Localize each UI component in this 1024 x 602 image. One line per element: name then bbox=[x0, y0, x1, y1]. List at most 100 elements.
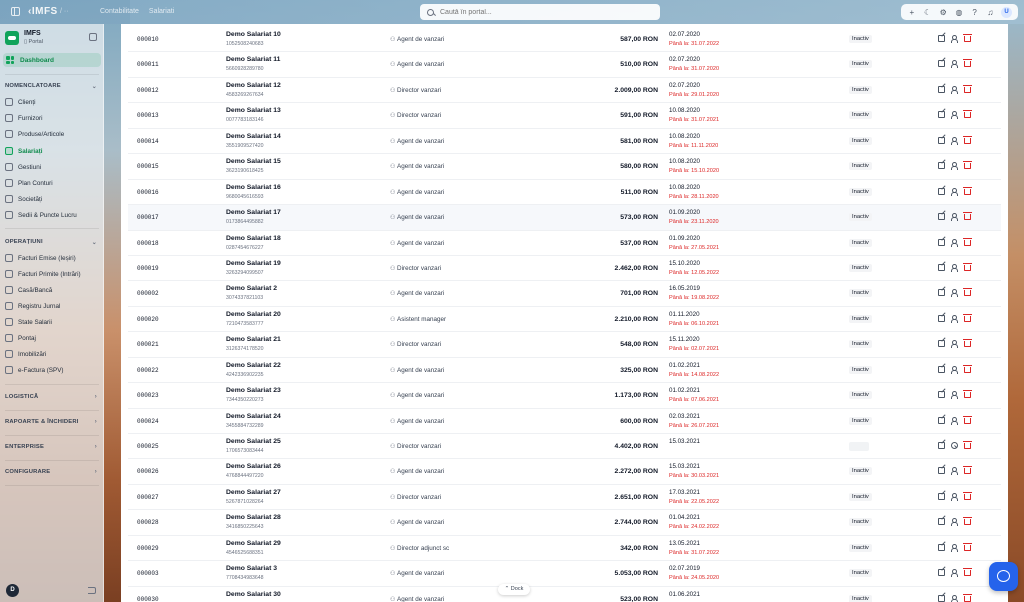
edit-icon[interactable] bbox=[938, 263, 945, 271]
sidebar-item-salariati[interactable]: Salariați bbox=[5, 145, 99, 157]
trash-icon[interactable] bbox=[963, 186, 972, 195]
employee-name[interactable]: Demo Salariat 28 bbox=[226, 514, 281, 521]
activate-user-icon[interactable] bbox=[951, 314, 958, 323]
activate-user-icon[interactable] bbox=[951, 569, 958, 578]
sidebar-item-clienti[interactable]: Clienți bbox=[5, 96, 99, 108]
table-row[interactable]: 000026 Demo Salariat 26 4768844497220 Agent… bbox=[128, 459, 1001, 485]
trash-icon[interactable] bbox=[963, 313, 972, 322]
sidebar-item-societati[interactable]: Societăți bbox=[5, 193, 99, 205]
edit-icon[interactable] bbox=[938, 213, 945, 221]
edit-icon[interactable] bbox=[938, 492, 945, 500]
edit-icon[interactable] bbox=[938, 467, 945, 475]
deactivate-icon[interactable] bbox=[951, 442, 958, 449]
trash-icon[interactable] bbox=[963, 593, 972, 602]
table-row[interactable]: 000022 Demo Salariat 22 4242336902235 Agent… bbox=[128, 358, 1001, 384]
activate-user-icon[interactable] bbox=[951, 289, 958, 298]
table-row[interactable]: 000015 Demo Salariat 15 3623190618425 Agent… bbox=[128, 154, 1001, 180]
table-row[interactable]: 000003 Demo Salariat 3 7708434983648 Agent … bbox=[128, 561, 1001, 587]
trash-icon[interactable] bbox=[963, 542, 972, 551]
table-row[interactable]: 000028 Demo Salariat 28 3416850225643 Agent… bbox=[128, 510, 1001, 536]
edit-icon[interactable] bbox=[938, 289, 945, 297]
collapse-sidebar-icon[interactable] bbox=[89, 33, 97, 41]
trash-icon[interactable] bbox=[963, 135, 972, 144]
help-icon[interactable]: ? bbox=[970, 8, 980, 17]
table-row[interactable]: 000024 Demo Salariat 24 3455884732289 Agent… bbox=[128, 409, 1001, 434]
trash-icon[interactable] bbox=[963, 491, 972, 500]
sidebar-item-gestiuni[interactable]: Gestiuni bbox=[5, 161, 99, 173]
table-row[interactable]: 000010 Demo Salariat 10 1052508240683 Agent… bbox=[128, 27, 1001, 53]
edit-icon[interactable] bbox=[938, 238, 945, 246]
table-row[interactable]: 000030 Demo Salariat 30 Agent de vanzari 52… bbox=[128, 587, 1001, 602]
employee-name[interactable]: Demo Salariat 3 bbox=[226, 565, 277, 572]
sidebar-item-registru-jurnal[interactable]: Registru Jurnal bbox=[5, 300, 99, 312]
section-operatiuni[interactable]: OPERAȚIUNI ⌄ bbox=[5, 239, 99, 246]
activate-user-icon[interactable] bbox=[951, 492, 958, 501]
edit-icon[interactable] bbox=[938, 35, 945, 42]
sidebar-item-plan-conturi[interactable]: Plan Conturi bbox=[5, 177, 99, 189]
edit-icon[interactable] bbox=[938, 136, 945, 144]
edit-icon[interactable] bbox=[938, 416, 945, 424]
sidebar-item-furnizori[interactable]: Furnizori bbox=[5, 112, 99, 124]
sidebar-item-casa-banca[interactable]: Casă/Bancă bbox=[5, 284, 99, 296]
section-enterprise[interactable]: ENTERPRISE › bbox=[5, 444, 99, 450]
chat-icon[interactable] bbox=[989, 562, 1018, 591]
trash-icon[interactable] bbox=[963, 568, 972, 577]
breadcrumb-item[interactable]: Salariati bbox=[149, 8, 174, 15]
sidebar-item-e-factura[interactable]: e-Factura (SPV) bbox=[5, 364, 99, 376]
employee-name[interactable]: Demo Salariat 23 bbox=[226, 387, 281, 394]
section-configurare[interactable]: CONFIGURARE › bbox=[5, 469, 99, 475]
employee-name[interactable]: Demo Salariat 27 bbox=[226, 489, 281, 496]
trash-icon[interactable] bbox=[963, 262, 972, 271]
user-avatar[interactable]: U bbox=[1001, 6, 1013, 18]
section-nomenclatoare[interactable]: NOMENCLATOARE ⌄ bbox=[5, 83, 99, 90]
sidebar-item-sedii[interactable]: Sedii & Puncte Lucru bbox=[5, 209, 99, 221]
employee-name[interactable]: Demo Salariat 12 bbox=[226, 82, 281, 89]
edit-icon[interactable] bbox=[938, 442, 945, 449]
edit-icon[interactable] bbox=[938, 391, 945, 399]
table-row[interactable]: 000017 Demo Salariat 17 0173864495882 Agent… bbox=[128, 205, 1001, 231]
trash-icon[interactable] bbox=[963, 517, 972, 526]
activate-user-icon[interactable] bbox=[951, 518, 958, 527]
trash-icon[interactable] bbox=[963, 237, 972, 246]
employee-name[interactable]: Demo Salariat 16 bbox=[226, 184, 281, 191]
trash-icon[interactable] bbox=[963, 390, 972, 399]
table-row[interactable]: 000018 Demo Salariat 18 0287454676227 Agent… bbox=[128, 231, 1001, 256]
sidebar-item-facturi-emise[interactable]: Facturi Emise (Ieșiri) bbox=[5, 252, 99, 264]
sidebar-item-dashboard[interactable]: Dashboard bbox=[3, 53, 101, 67]
employee-name[interactable]: Demo Salariat 29 bbox=[226, 540, 281, 547]
table-row[interactable]: 000029 Demo Salariat 29 4546525688351 Direc… bbox=[128, 536, 1001, 562]
activate-user-icon[interactable] bbox=[951, 340, 958, 349]
edit-icon[interactable] bbox=[938, 543, 945, 551]
sidebar-item-facturi-primite[interactable]: Facturi Primite (Intrări) bbox=[5, 268, 99, 280]
trash-icon[interactable] bbox=[963, 161, 972, 170]
edit-icon[interactable] bbox=[938, 365, 945, 373]
employee-name[interactable]: Demo Salariat 13 bbox=[226, 107, 281, 114]
table-row[interactable]: 000025 Demo Salariat 25 1706573083444 Direc… bbox=[128, 434, 1001, 460]
edit-icon[interactable] bbox=[938, 340, 945, 348]
activate-user-icon[interactable] bbox=[951, 35, 958, 43]
trash-icon[interactable] bbox=[963, 364, 972, 373]
edit-icon[interactable] bbox=[938, 60, 945, 68]
bell-icon[interactable]: ♫ bbox=[985, 8, 995, 17]
employee-name[interactable]: Demo Salariat 17 bbox=[226, 209, 281, 216]
activate-user-icon[interactable] bbox=[951, 136, 958, 145]
breadcrumb-item[interactable]: Contabilitate bbox=[100, 8, 139, 15]
table-row[interactable]: 000019 Demo Salariat 19 3263294099507 Direc… bbox=[128, 256, 1001, 282]
activate-user-icon[interactable] bbox=[951, 467, 958, 476]
employee-name[interactable]: Demo Salariat 10 bbox=[226, 31, 281, 38]
activate-user-icon[interactable] bbox=[951, 187, 958, 196]
palette-icon[interactable]: ◍ bbox=[954, 8, 964, 17]
activate-user-icon[interactable] bbox=[951, 594, 958, 602]
settings-icon[interactable]: ⚙ bbox=[938, 8, 948, 17]
table-row[interactable]: 000002 Demo Salariat 2 3074337821103 Agent … bbox=[128, 281, 1001, 307]
trash-icon[interactable] bbox=[963, 466, 972, 475]
edit-icon[interactable] bbox=[938, 85, 945, 93]
activate-user-icon[interactable] bbox=[951, 60, 958, 69]
employee-name[interactable]: Demo Salariat 24 bbox=[226, 413, 281, 420]
table-row[interactable]: 000023 Demo Salariat 23 7344350220273 Agent… bbox=[128, 383, 1001, 409]
employee-name[interactable]: Demo Salariat 21 bbox=[226, 336, 281, 343]
edit-icon[interactable] bbox=[938, 187, 945, 195]
logout-icon[interactable] bbox=[88, 587, 96, 594]
edit-icon[interactable] bbox=[938, 162, 945, 170]
edit-icon[interactable] bbox=[938, 518, 945, 526]
